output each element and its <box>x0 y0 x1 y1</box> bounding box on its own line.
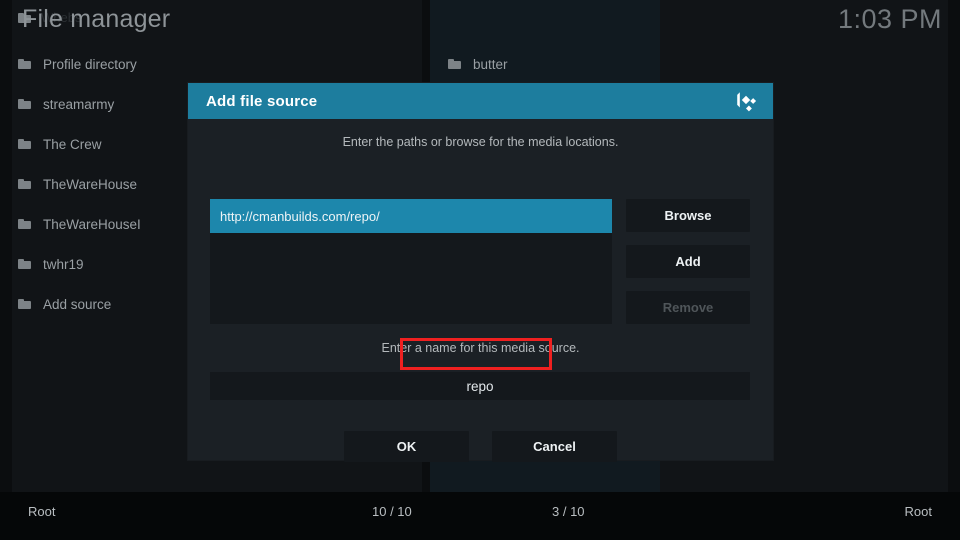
path-list-item-label: http://cmanbuilds.com/repo/ <box>220 208 380 224</box>
folder-icon <box>18 259 31 269</box>
name-hint: Enter a name for this media source. <box>381 341 580 355</box>
status-right-path: Root <box>904 504 932 519</box>
browse-button[interactable]: Browse <box>626 199 750 232</box>
file-list-item[interactable]: butter <box>430 44 948 84</box>
path-list-item[interactable]: http://cmanbuilds.com/repo/ <box>210 199 612 233</box>
source-name-input[interactable]: repo <box>210 372 750 400</box>
kodi-logo-icon <box>733 88 759 114</box>
paths-list[interactable]: http://cmanbuilds.com/repo/ <box>210 199 612 324</box>
file-list-item-label: TheWareHouse <box>43 176 138 192</box>
kodi-screen: Whebs File manager 1:03 PM Profile direc… <box>0 0 960 540</box>
status-bar: Root 10 / 10 3 / 10 Root <box>0 492 960 540</box>
file-list-item-label: twhr19 <box>43 256 84 272</box>
dialog-title: Add file source <box>206 92 318 110</box>
dialog-title-bar: Add file source <box>188 83 773 119</box>
file-list-item-label: The Crew <box>43 136 102 152</box>
file-list-item-label: Profile directory <box>43 56 137 72</box>
folder-icon <box>18 99 31 109</box>
file-list-item-label: butter <box>473 56 508 72</box>
status-left-count: 10 / 10 <box>372 504 412 519</box>
dialog-footer-buttons: OK Cancel <box>188 431 773 462</box>
folder-icon <box>18 59 31 69</box>
remove-button: Remove <box>626 291 750 324</box>
folder-icon <box>18 139 31 149</box>
folder-icon <box>18 299 31 309</box>
right-file-list[interactable]: butter <box>430 44 948 84</box>
folder-icon <box>18 219 31 229</box>
add-button[interactable]: Add <box>626 245 750 278</box>
cancel-button[interactable]: Cancel <box>492 431 617 462</box>
page-title: File manager <box>22 5 171 33</box>
status-left-path: Root <box>28 504 56 519</box>
file-list-item-label: streamarmy <box>43 96 115 112</box>
status-right-count: 3 / 10 <box>552 504 585 519</box>
path-action-buttons: Browse Add Remove <box>626 199 750 337</box>
folder-icon <box>18 179 31 189</box>
source-name-value: repo <box>466 378 494 394</box>
add-file-source-dialog: Add file source Enter the paths or brows… <box>188 83 773 462</box>
file-list-item-label: TheWareHouseI <box>43 216 141 232</box>
dialog-body: Enter the paths or browse for the media … <box>188 119 773 462</box>
file-list-item-label: Add source <box>43 296 112 312</box>
clock: 1:03 PM <box>837 4 942 34</box>
folder-icon <box>448 59 461 69</box>
ok-button[interactable]: OK <box>344 431 469 462</box>
paths-hint: Enter the paths or browse for the media … <box>342 135 619 149</box>
file-list-item[interactable]: Profile directory <box>0 44 410 84</box>
